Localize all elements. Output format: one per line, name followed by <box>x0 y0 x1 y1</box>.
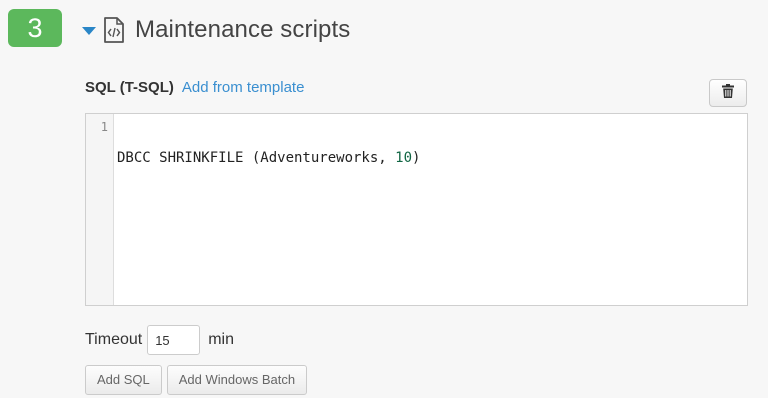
add-from-template-link[interactable]: Add from template <box>182 79 305 96</box>
add-sql-button[interactable]: Add SQL <box>85 365 162 395</box>
line-number: 1 <box>100 120 108 134</box>
sql-label-row: SQL (T-SQL) Add from template <box>85 79 304 96</box>
add-windows-batch-button[interactable]: Add Windows Batch <box>166 365 308 395</box>
code-file-icon <box>103 17 125 43</box>
timeout-unit: min <box>208 331 234 348</box>
step-number-badge: 3 <box>8 9 62 47</box>
sql-label: SQL (T-SQL) <box>85 79 174 96</box>
action-buttons: Add SQL Add Windows Batch <box>85 365 308 395</box>
code-area[interactable]: DBCC SHRINKFILE (Adventureworks, 10) <box>114 114 420 305</box>
timeout-row: Timeout min <box>85 325 234 355</box>
code-number-literal: 10 <box>395 150 413 166</box>
sql-code-editor[interactable]: 1 DBCC SHRINKFILE (Adventureworks, 10) <box>85 113 748 306</box>
timeout-label: Timeout <box>85 331 143 348</box>
section-header[interactable]: Maintenance scripts <box>82 14 350 46</box>
code-text-end: ) <box>412 150 421 166</box>
code-text: DBCC SHRINKFILE (Adventureworks, <box>117 150 396 166</box>
line-number-gutter: 1 <box>86 114 114 305</box>
delete-script-button[interactable] <box>709 79 747 107</box>
section-title: Maintenance scripts <box>135 16 351 43</box>
trash-icon <box>722 83 734 103</box>
code-line[interactable]: DBCC SHRINKFILE (Adventureworks, 10) <box>117 150 420 166</box>
caret-down-icon[interactable] <box>82 27 96 35</box>
timeout-input[interactable] <box>147 325 201 355</box>
